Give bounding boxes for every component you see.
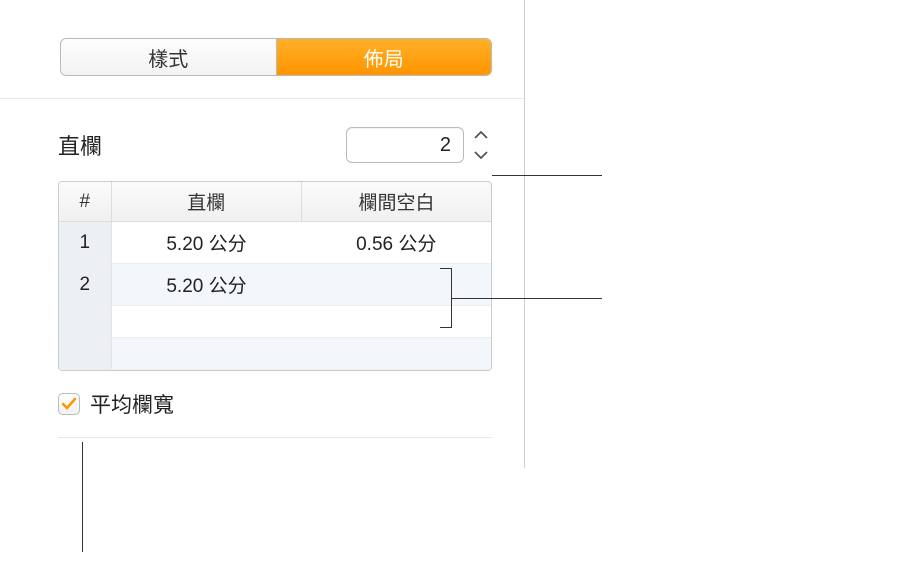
columns-table[interactable]: # 直欄 欄間空白 1 5.20 公分 0.56 公分 2 5.20 公分: [59, 182, 491, 370]
th-column[interactable]: 直欄: [111, 182, 301, 222]
segmented-control: 樣式 佈局: [60, 38, 492, 76]
equal-width-row: 平均欄寬: [58, 389, 492, 419]
cell-gutter[interactable]: [301, 264, 491, 306]
columns-table-wrap: # 直欄 欄間空白 1 5.20 公分 0.56 公分 2 5.20 公分: [58, 181, 492, 371]
cell-num: 1: [59, 222, 111, 264]
equal-width-label: 平均欄寬: [90, 389, 174, 419]
tabs-container: 樣式 佈局: [0, 0, 524, 99]
stepper-up-button[interactable]: [470, 127, 492, 144]
cell-column[interactable]: 5.20 公分: [111, 264, 301, 306]
section-divider: [58, 437, 492, 438]
table-row[interactable]: 1 5.20 公分 0.56 公分: [59, 222, 491, 264]
chevron-up-icon: [474, 131, 488, 140]
callout-bracket: [440, 268, 452, 328]
table-row-empty: [59, 338, 491, 370]
stepper-down-button[interactable]: [470, 146, 492, 163]
callout-line: [82, 442, 83, 552]
inspector-panel: 樣式 佈局 直欄: [0, 0, 525, 468]
columns-field-row: 直欄: [58, 127, 492, 163]
cell-num: 2: [59, 264, 111, 306]
columns-stepper-group: [346, 127, 492, 163]
columns-input[interactable]: [346, 127, 464, 163]
callout-line: [492, 175, 602, 176]
chevron-down-icon: [474, 150, 488, 159]
cell-gutter[interactable]: 0.56 公分: [301, 222, 491, 264]
th-gutter[interactable]: 欄間空白: [301, 182, 491, 222]
th-number[interactable]: #: [59, 182, 111, 222]
tab-layout[interactable]: 佈局: [277, 39, 492, 75]
table-row-empty: [59, 306, 491, 338]
table-row[interactable]: 2 5.20 公分: [59, 264, 491, 306]
checkmark-icon: [61, 396, 77, 412]
tab-style[interactable]: 樣式: [61, 39, 277, 75]
cell-column[interactable]: 5.20 公分: [111, 222, 301, 264]
equal-width-checkbox[interactable]: [58, 393, 80, 415]
columns-label: 直欄: [58, 129, 102, 161]
callout-line: [452, 298, 602, 299]
columns-stepper: [470, 127, 492, 163]
